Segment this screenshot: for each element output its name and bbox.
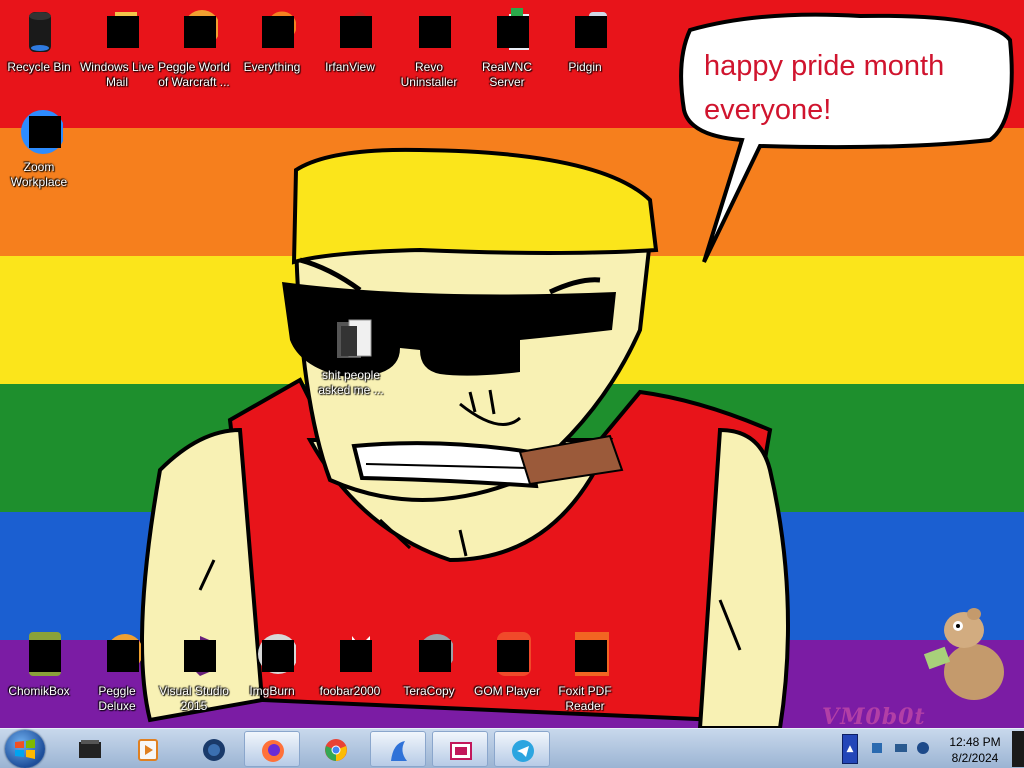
hamster-mascot-image: [923, 608, 1004, 700]
imgburn-icon: [248, 632, 296, 680]
peggle-world-label: Peggle World of Warcraft ...: [158, 60, 230, 89]
folder-label: shit people asked me ...: [318, 368, 384, 397]
speech-bubble-line1: happy pride month: [704, 50, 945, 82]
visual-studio-icon: [170, 632, 218, 680]
zoom-workplace-icon: [15, 108, 63, 156]
gom-player-label: GOM Player: [473, 684, 540, 698]
taskbar-terminal-button[interactable]: [62, 731, 118, 767]
desktop: happy pride month everyone! Recycle Bin …: [0, 0, 1024, 728]
clock[interactable]: 12:48 PM 8/2/2024: [940, 734, 1010, 766]
desktop-icon-revo-uninstaller[interactable]: Revo Uninstaller: [390, 8, 468, 90]
recycle-bin-icon: [15, 8, 63, 56]
desktop-icon-folder[interactable]: shit people asked me ...: [312, 316, 390, 398]
taskbar-telegram-button[interactable]: [494, 731, 550, 767]
media-player-icon: [138, 739, 158, 761]
everything-label: Everything: [243, 60, 301, 74]
volume-icon[interactable]: [916, 741, 930, 755]
peggle-deluxe-icon: [93, 632, 141, 680]
system-tray: ▲ 12:48 PM 8/2/2024: [840, 731, 1024, 767]
taskbar-firefox-button[interactable]: [244, 731, 300, 767]
irfanview-label: IrfanView: [325, 60, 375, 74]
realvnc-server-icon: [483, 8, 531, 56]
show-desktop-button[interactable]: [1012, 731, 1024, 767]
show-hidden-icons-button[interactable]: ▲: [842, 734, 858, 764]
foobar2000-label: foobar2000: [319, 684, 381, 698]
desktop-icon-recycle-bin[interactable]: Recycle Bin: [0, 8, 78, 75]
desktop-icon-zoom-workplace[interactable]: Zoom Workplace: [0, 108, 78, 190]
realvnc-server-label: RealVNC Server: [481, 60, 532, 89]
foxit-pdf-reader-label: Foxit PDF Reader: [558, 684, 612, 713]
visual-studio-label: Visual Studio 2015: [159, 684, 229, 713]
pidgin-icon: [561, 8, 609, 56]
desktop-icon-gom-player[interactable]: GOM Player: [468, 632, 546, 699]
desktop-icon-irfanview[interactable]: IrfanView: [311, 8, 389, 75]
desktop-icon-teracopy[interactable]: TeraCopy: [390, 632, 468, 699]
recycle-bin-label: Recycle Bin: [7, 60, 71, 74]
desktop-icon-visual-studio[interactable]: Visual Studio 2015: [155, 632, 233, 714]
desktop-icon-foobar2000[interactable]: foobar2000: [311, 632, 389, 699]
revo-uninstaller-label: Revo Uninstaller: [400, 60, 458, 89]
taskbar-globe-button[interactable]: [186, 731, 242, 767]
foxit-pdf-reader-icon: [561, 632, 609, 680]
watermark-text: VM0b0t: [822, 704, 926, 728]
revo-uninstaller-icon: [405, 8, 453, 56]
foobar2000-icon: [326, 632, 374, 680]
taskbar-image-viewer-button[interactable]: [432, 731, 488, 767]
launcher-icon: [391, 741, 407, 761]
desktop-icon-pidgin[interactable]: Pidgin: [546, 8, 624, 75]
taskbar: ▲ 12:48 PM 8/2/2024: [0, 728, 1024, 768]
start-button[interactable]: [5, 730, 45, 768]
taskbar-launcher-button[interactable]: [370, 731, 426, 767]
desktop-icon-windows-live-mail[interactable]: Windows Live Mail: [78, 8, 156, 90]
windows-logo-icon: [15, 739, 35, 759]
monitor-icon[interactable]: [894, 741, 908, 755]
pidgin-label: Pidgin: [568, 60, 602, 74]
peggle-deluxe-label: Peggle Deluxe: [98, 684, 136, 713]
firefox-icon: [262, 740, 284, 762]
desktop-icon-peggle-deluxe[interactable]: Peggle Deluxe: [78, 632, 156, 714]
taskbar-media-player-button[interactable]: [120, 731, 176, 767]
irfanview-icon: [326, 8, 374, 56]
desktop-icon-imgburn[interactable]: ImgBurn: [233, 632, 311, 699]
telegram-icon: [512, 740, 534, 762]
speech-bubble-text: happy pride month everyone!: [704, 44, 1004, 132]
gom-player-icon: [483, 632, 531, 680]
network-icon[interactable]: [870, 741, 884, 755]
teracopy-icon: [405, 632, 453, 680]
windows-live-mail-label: Windows Live Mail: [79, 60, 155, 89]
speech-bubble-line2: everyone!: [704, 94, 832, 126]
desktop-icon-everything[interactable]: Everything: [233, 8, 311, 75]
desktop-icon-realvnc-server[interactable]: RealVNC Server: [468, 8, 546, 90]
zoom-workplace-label: Zoom Workplace: [10, 160, 68, 189]
teracopy-label: TeraCopy: [403, 684, 455, 698]
chomikbox-icon: [15, 632, 63, 680]
chrome-icon: [325, 739, 347, 761]
peggle-world-icon: [170, 8, 218, 56]
terminal-icon: [79, 740, 101, 758]
folder-icon: [327, 316, 375, 364]
imgburn-label: ImgBurn: [249, 684, 295, 698]
desktop-icon-chomikbox[interactable]: ChomikBox: [0, 632, 78, 699]
desktop-icon-peggle-world[interactable]: Peggle World of Warcraft ...: [155, 8, 233, 90]
windows-live-mail-icon: [93, 8, 141, 56]
chomikbox-label: ChomikBox: [8, 684, 70, 698]
everything-icon: [248, 8, 296, 56]
desktop-icon-foxit-pdf-reader[interactable]: Foxit PDF Reader: [546, 632, 624, 714]
globe-icon: [203, 739, 225, 761]
clock-date: 8/2/2024: [951, 751, 999, 765]
image-viewer-icon: [450, 742, 472, 760]
clock-time: 12:48 PM: [949, 735, 1001, 749]
taskbar-chrome-button[interactable]: [308, 731, 364, 767]
